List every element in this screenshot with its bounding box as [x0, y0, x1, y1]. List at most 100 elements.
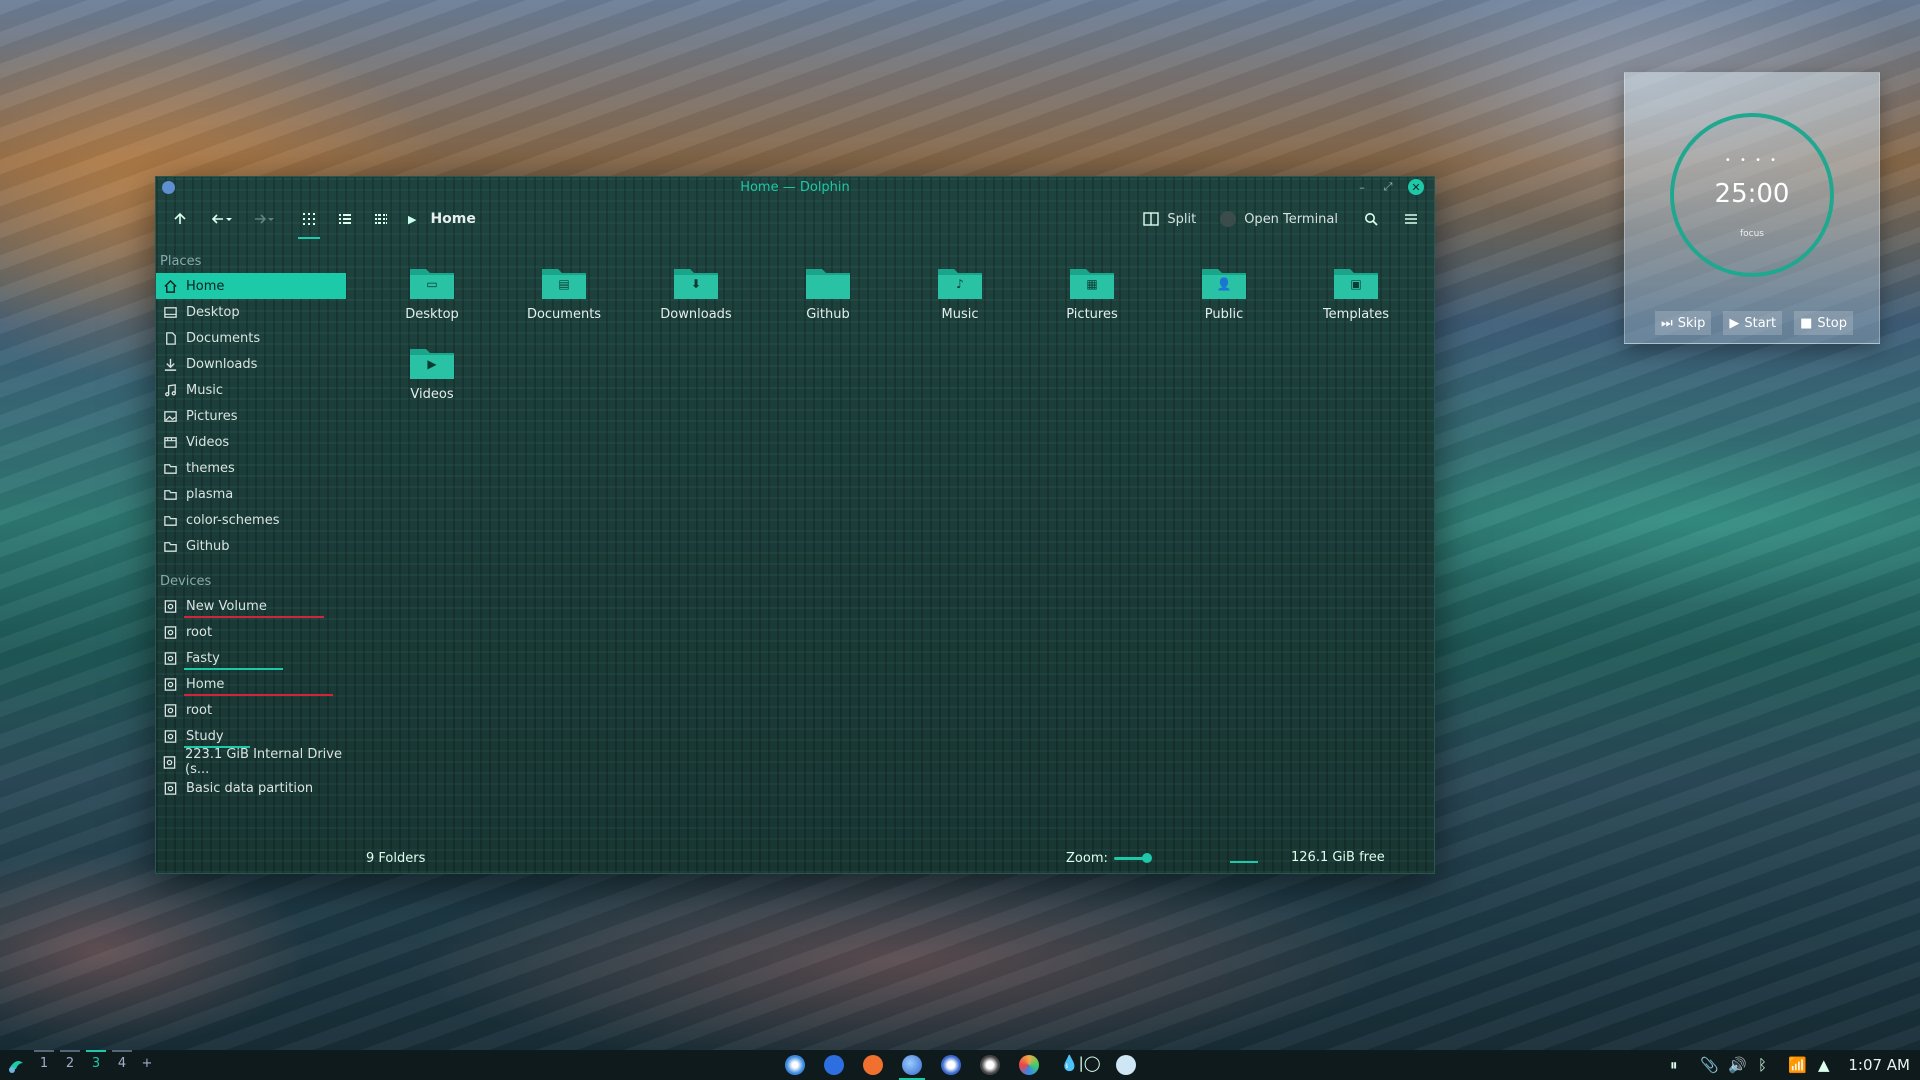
dolphin-app-icon[interactable] [785, 1055, 805, 1075]
sidebar-item-videos[interactable]: Videos [156, 429, 346, 455]
sidebar-item-music[interactable]: Music [156, 377, 346, 403]
skip-icon: ⏭ [1661, 315, 1673, 331]
pause-icon[interactable]: ⏸ [1670, 1054, 1678, 1076]
skip-button[interactable]: ⏭ Skip [1655, 311, 1712, 335]
drive-icon [164, 625, 176, 639]
desktop-indicator [34, 1050, 54, 1052]
sidebar-item-themes[interactable]: themes [156, 455, 346, 481]
device-item[interactable]: Home [156, 671, 346, 697]
file-view[interactable]: ▭ Desktop ▤ Documents ⬇ Downloads Github ♪ Music… [376, 255, 1414, 833]
device-label: root [186, 624, 213, 640]
zoom-label: Zoom: [1066, 851, 1108, 866]
zoom-handle[interactable] [1141, 853, 1152, 863]
github-app-icon[interactable] [980, 1055, 1000, 1075]
drive-icon [164, 703, 176, 717]
folder-label: Public [1204, 307, 1244, 322]
device-item[interactable]: 223.1 GiB Internal Drive (s... [156, 747, 346, 777]
folder-item[interactable]: ▭ Desktop [376, 263, 488, 322]
templates-folder-icon: ▣ [1332, 263, 1380, 301]
drive-icon [164, 599, 176, 613]
virtual-desktop-1[interactable]: 1 [33, 1056, 55, 1071]
device-item[interactable]: Study [156, 723, 346, 749]
drive-icon [162, 702, 178, 718]
device-item[interactable]: New Volume [156, 593, 346, 619]
folder-item[interactable]: ♪ Music [904, 263, 1016, 322]
device-label: 223.1 GiB Internal Drive (s... [185, 747, 342, 777]
details-view-button[interactable] [330, 205, 360, 233]
folder-icon [162, 460, 178, 476]
cloud-app-icon[interactable] [1116, 1055, 1136, 1075]
sidebar-item-plasma[interactable]: plasma [156, 481, 346, 507]
virtual-desktop-2[interactable]: 2 [59, 1056, 81, 1071]
zoom-slider[interactable] [1113, 853, 1152, 863]
sidebar-item-label: plasma [186, 486, 234, 502]
sidebar-item-desktop[interactable]: Desktop [156, 299, 346, 325]
folder-item[interactable]: Github [772, 263, 884, 322]
sidebar-item-documents[interactable]: Documents [156, 325, 346, 351]
wifi-icon[interactable]: 📶 [1788, 1054, 1807, 1076]
device-item[interactable]: root [156, 697, 346, 723]
close-icon[interactable]: ✕ [1408, 179, 1424, 195]
device-item[interactable]: Fasty [156, 645, 346, 671]
desktop-icon [162, 304, 178, 320]
firefox-app-icon[interactable] [824, 1055, 844, 1075]
document-icon [165, 331, 176, 345]
stop-label: Stop [1817, 315, 1847, 331]
virtual-desktop-4[interactable]: 4 [111, 1056, 133, 1071]
application-launcher-icon[interactable] [6, 1055, 26, 1075]
folder-item[interactable]: ⬇ Downloads [640, 263, 752, 322]
folder-item[interactable]: ▤ Documents [508, 263, 620, 322]
sidebar-item-downloads[interactable]: Downloads [156, 351, 346, 377]
folder-item[interactable]: 👤 Public [1168, 263, 1280, 322]
session-dots: • • • • [1724, 155, 1780, 166]
volume-icon[interactable]: 🔊 [1728, 1054, 1747, 1076]
icons-view-button[interactable] [294, 205, 324, 239]
folder-item[interactable]: ▣ Templates [1300, 263, 1412, 322]
folder-icon [163, 463, 177, 474]
device-item[interactable]: root [156, 619, 346, 645]
app-menu-icon[interactable] [162, 181, 175, 194]
folder-label: Downloads [660, 307, 732, 322]
sidebar-item-pictures[interactable]: Pictures [156, 403, 346, 429]
device-item[interactable]: Basic data partition [156, 775, 346, 801]
open-terminal-button[interactable]: Open Terminal [1214, 205, 1344, 233]
virtual-desktop-3[interactable]: 3 [85, 1056, 107, 1071]
stop-button[interactable]: ■ Stop [1794, 311, 1853, 335]
breadcrumb-home[interactable]: Home [430, 211, 475, 227]
folder-item[interactable]: ▦ Pictures [1036, 263, 1148, 322]
search-button[interactable] [1356, 205, 1386, 233]
chrome-app-icon[interactable] [1019, 1055, 1039, 1075]
up-button[interactable] [166, 205, 194, 233]
sidebar-item-home[interactable]: Home [156, 273, 346, 299]
minimize-icon[interactable]: – [1356, 181, 1368, 194]
desktop-indicator [86, 1050, 106, 1052]
split-button[interactable]: Split [1137, 205, 1202, 233]
desktop-icon [163, 306, 177, 318]
sidebar-item-github[interactable]: Github [156, 533, 346, 559]
drive-icon [164, 781, 176, 795]
breadcrumb-arrow-icon[interactable]: ▶ [408, 213, 416, 226]
clipboard-icon[interactable]: 📎 [1700, 1054, 1719, 1076]
chromium-app-icon[interactable] [941, 1055, 961, 1075]
start-button[interactable]: ▶ Start [1723, 311, 1783, 335]
folder-item[interactable]: ▶ Videos [376, 343, 488, 402]
bluetooth-icon[interactable]: ᛒ [1758, 1054, 1767, 1076]
arrow-left-icon [211, 214, 232, 224]
drop-ring-app-icon[interactable]: 💧|◯ [1060, 1054, 1110, 1074]
sidebar-item-label: Desktop [186, 304, 240, 320]
maximize-icon[interactable]: ⤢ [1382, 180, 1394, 194]
compact-view-button[interactable] [366, 205, 396, 233]
file-manager-app-icon[interactable] [902, 1055, 922, 1075]
brave-app-icon[interactable] [863, 1055, 883, 1075]
sidebar-item-label: Documents [186, 330, 261, 346]
back-button[interactable] [202, 205, 242, 233]
add-desktop-button[interactable]: + [136, 1056, 158, 1071]
zoom-control: Zoom: [1066, 851, 1152, 866]
sidebar-item-color-schemes[interactable]: color-schemes [156, 507, 346, 533]
forward-button[interactable] [246, 205, 282, 233]
clock[interactable]: 1:07 AM [1848, 1056, 1910, 1074]
titlebar[interactable]: Home — Dolphin – ⤢ ✕ [156, 177, 1434, 197]
folder-label: Desktop [405, 307, 459, 322]
menu-button[interactable] [1396, 205, 1426, 233]
expand-tray-icon[interactable]: ▲ [1818, 1054, 1830, 1076]
